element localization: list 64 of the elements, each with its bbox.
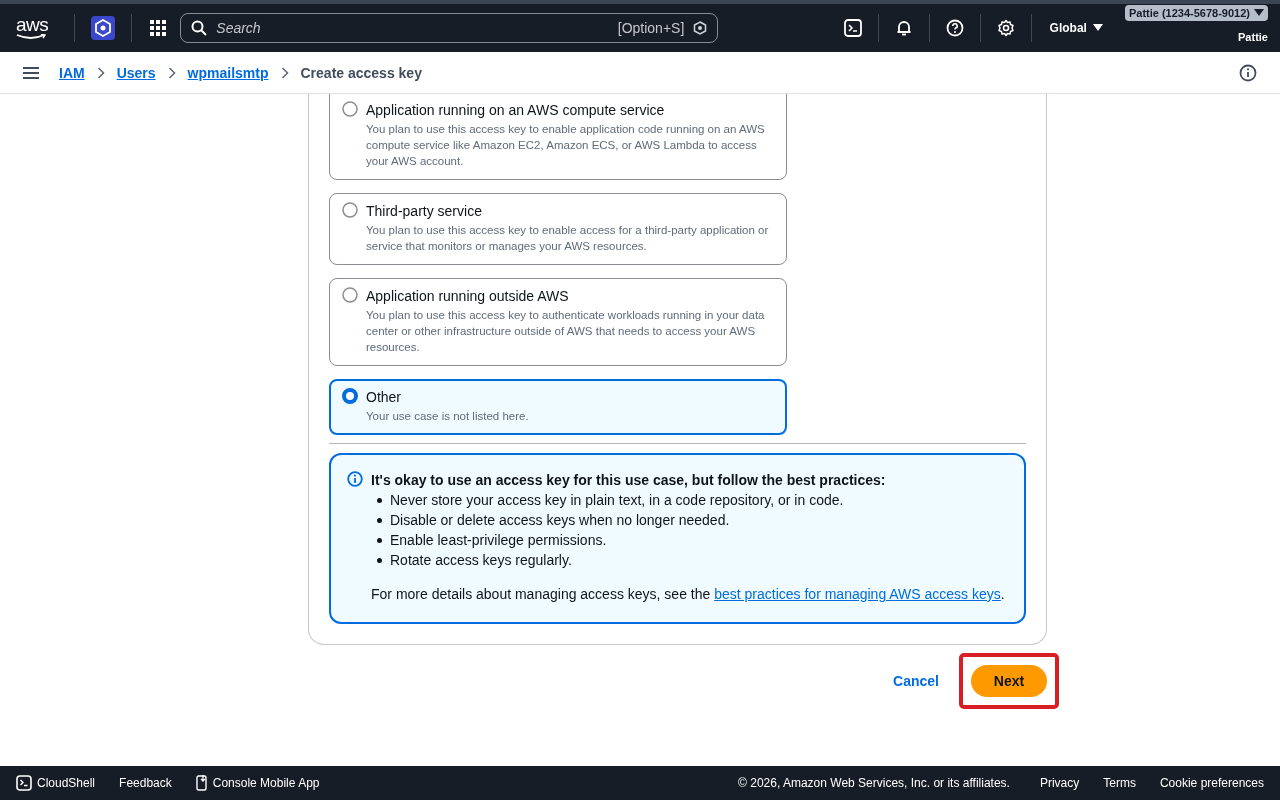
option-title: Application running outside AWS xyxy=(366,287,570,305)
search-field[interactable]: Search [Option+S] xyxy=(180,13,719,43)
cancel-button[interactable]: Cancel xyxy=(883,667,949,695)
feedback-link[interactable]: Feedback xyxy=(119,776,172,790)
radio-button[interactable] xyxy=(342,287,358,303)
smile-icon xyxy=(16,34,46,40)
terminal-icon xyxy=(16,775,32,791)
breadcrumb-link[interactable]: wpmailsmtp xyxy=(187,64,269,81)
copyright-text: © 2026, Amazon Web Services, Inc. or its affiliates. xyxy=(738,776,1010,790)
option-card[interactable]: Other Your use case is not listed here. xyxy=(329,379,787,435)
hexagon-icon xyxy=(693,21,708,35)
radio-button[interactable] xyxy=(342,101,358,117)
footer-link[interactable]: Privacy xyxy=(1039,776,1080,790)
chevron-right-icon xyxy=(280,66,289,79)
user-name: Pattie xyxy=(1238,31,1268,43)
option-description: You plan to use this access key to enable access for a third-party application or service that monitors or manages your AWS resources. xyxy=(366,223,770,254)
next-button[interactable]: Next xyxy=(971,665,1047,697)
chevron-right-icon xyxy=(167,66,176,79)
help-icon[interactable] xyxy=(945,19,964,37)
bullet-icon xyxy=(377,517,382,523)
aws-logo[interactable]: aws xyxy=(16,16,49,40)
list-item-text: Disable or delete access keys when no longer needed. xyxy=(390,512,730,528)
account-menu[interactable]: Pattie (1234-5678-9012) xyxy=(1124,5,1268,21)
best-practices-link[interactable]: best practices for managing AWS access keys xyxy=(714,586,1001,602)
cloudshell-link[interactable]: CloudShell xyxy=(16,775,96,791)
breadcrumb-current: Create access key xyxy=(300,64,422,81)
search-icon xyxy=(191,20,208,36)
alert-title: It's okay to use an access key for this use case, but follow the best practices: xyxy=(371,471,887,490)
bullet-icon xyxy=(377,537,382,543)
option-title: Third-party service xyxy=(366,202,483,220)
bullet-icon xyxy=(377,497,382,503)
caret-icon xyxy=(1092,24,1103,32)
bullet-icon xyxy=(377,557,382,563)
menu-icon[interactable] xyxy=(23,65,39,80)
mobile-app-link[interactable]: Console Mobile App xyxy=(195,775,320,791)
app-grid-icon[interactable] xyxy=(150,20,167,36)
info-icon[interactable] xyxy=(1239,63,1257,82)
radio-button[interactable] xyxy=(342,388,358,404)
info-icon xyxy=(347,471,363,487)
search-input[interactable]: Search xyxy=(216,20,609,36)
list-item-text: Rotate access keys regularly. xyxy=(390,552,572,568)
option-description: Your use case is not listed here. xyxy=(366,409,529,424)
option-description: You plan to use this access key to enable application code running on an AWS compute service like Amazon EC2, Amazon ECS, or AWS Lambda to access your AWS account. xyxy=(366,122,766,169)
terminal-icon[interactable] xyxy=(843,19,862,37)
breadcrumb-link[interactable]: IAM xyxy=(59,64,85,81)
region-selector[interactable]: Global xyxy=(1043,21,1109,35)
footer-link[interactable]: Cookie preferences xyxy=(1159,776,1264,790)
chevron-right-icon xyxy=(96,66,105,79)
option-card[interactable]: Third-party service You plan to use this access key to enable access for a third-party application or service that monitors or manages your AWS resources. xyxy=(329,193,787,265)
shortcut-hint: [Option+S] xyxy=(617,20,685,36)
radio-button[interactable] xyxy=(342,202,358,218)
option-title: Application running on an AWS compute service xyxy=(366,101,666,119)
hexagon-app-icon[interactable] xyxy=(91,16,116,40)
option-card[interactable]: Application running outside AWS You plan to use this access key to authenticate workloads running in your data center or other infrastructure outside of AWS that needs to access your AWS resources. xyxy=(329,278,787,366)
breadcrumb-link[interactable]: Users xyxy=(116,64,156,81)
list-item-text: Never store your access key in plain text, in a code repository, or in code. xyxy=(390,492,844,508)
option-description: You plan to use this access key to authenticate workloads running in your data center or other infrastructure outside of AWS that needs to access your AWS resources. xyxy=(366,308,766,355)
alert-paragraph: For more details about managing access keys, see the best practices for managing AWS access keys. xyxy=(371,585,1005,604)
caret-icon xyxy=(1254,9,1264,17)
list-item-text: Enable least-privilege permissions. xyxy=(390,532,607,548)
footer-link[interactable]: Terms xyxy=(1103,776,1136,790)
option-title: Other xyxy=(366,388,402,406)
settings-icon[interactable] xyxy=(996,19,1015,37)
phone-icon xyxy=(195,775,208,791)
